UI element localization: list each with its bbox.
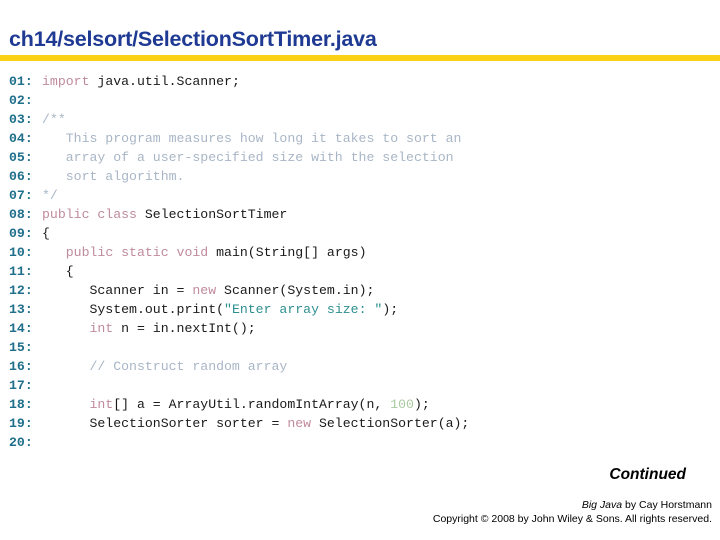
code-line-number: 04: <box>9 131 33 146</box>
code-token-plain: main(String[] args) <box>216 245 367 260</box>
code-token-plain: Scanner in = <box>42 283 193 298</box>
code-token-com: sort algorithm. <box>42 169 185 184</box>
code-line: 20: <box>9 433 714 452</box>
code-line: 17: <box>9 376 714 395</box>
code-line-number: 10: <box>9 245 33 260</box>
code-listing: 01: import java.util.Scanner; 02: 03: /** 04:… <box>9 72 714 452</box>
code-token-plain: { <box>42 264 74 279</box>
code-token-plain: SelectionSorter sorter = <box>42 416 288 431</box>
code-token-com: array of a user-specified size with the … <box>42 150 454 165</box>
code-line-number: 01: <box>9 74 33 89</box>
code-line: 05: array of a user-specified size with … <box>9 148 714 167</box>
code-token-plain: java.util.Scanner; <box>97 74 240 89</box>
code-line: 02: <box>9 91 714 110</box>
code-line-number: 03: <box>9 112 33 127</box>
code-line: 18: int[] a = ArrayUtil.randomIntArray(n… <box>9 395 714 414</box>
code-line: 14: int n = in.nextInt(); <box>9 319 714 338</box>
code-token-plain: Scanner(System.in); <box>224 283 375 298</box>
code-token-plain: System.out.print( <box>42 302 225 317</box>
code-line: 15: <box>9 338 714 357</box>
code-token-str: "Enter array size: " <box>224 302 383 317</box>
page-title: ch14/selsort/SelectionSortTimer.java <box>9 27 377 51</box>
code-line-number: 05: <box>9 150 33 165</box>
slide: ch14/selsort/SelectionSortTimer.java 01:… <box>0 0 720 540</box>
code-line-number: 13: <box>9 302 33 317</box>
code-token-com: /** <box>42 112 66 127</box>
code-token-com: */ <box>42 188 58 203</box>
code-token-plain: ); <box>382 302 399 317</box>
code-token-plain: n = in.nextInt(); <box>121 321 256 336</box>
code-line-number: 19: <box>9 416 33 431</box>
code-line-number: 12: <box>9 283 33 298</box>
continued-label: Continued <box>609 466 686 483</box>
code-token-kw: new <box>192 283 225 298</box>
code-line: 09: { <box>9 224 714 243</box>
code-token-plain: { <box>42 226 50 241</box>
code-token-num: 100 <box>390 397 414 412</box>
code-line-number: 09: <box>9 226 33 241</box>
code-token-plain: ); <box>413 397 430 412</box>
code-token-kw: public static void <box>65 245 217 260</box>
code-line: 11: { <box>9 262 714 281</box>
code-line: 03: /** <box>9 110 714 129</box>
code-line-number: 08: <box>9 207 33 222</box>
code-line: 10: public static void main(String[] arg… <box>9 243 714 262</box>
footer: Big Java by Cay Horstmann Copyright © 20… <box>433 498 712 526</box>
code-line-number: 20: <box>9 435 33 450</box>
code-line: 13: System.out.print("Enter array size: … <box>9 300 714 319</box>
code-line-number: 17: <box>9 378 33 393</box>
code-token-kw: int <box>89 321 122 336</box>
footer-book-title: Big Java <box>581 499 623 511</box>
code-token-plain: [] a = ArrayUtil.randomIntArray(n, <box>113 397 391 412</box>
code-token-plain: SelectionSorter(a); <box>318 416 470 431</box>
code-line-number: 14: <box>9 321 33 336</box>
code-line-number: 06: <box>9 169 33 184</box>
code-line: 19: SelectionSorter sorter = new Selecti… <box>9 414 714 433</box>
code-line: 16: // Construct random array <box>9 357 714 376</box>
code-line: 08: public class SelectionSortTimer <box>9 205 714 224</box>
code-line: 04: This program measures how long it ta… <box>9 129 714 148</box>
code-line-number: 18: <box>9 397 33 412</box>
code-line-number: 02: <box>9 93 33 108</box>
code-token-com: // Construct random array <box>89 359 288 374</box>
footer-attribution: Big Java by Cay Horstmann <box>433 498 712 512</box>
footer-copyright: Copyright © 2008 by John Wiley & Sons. A… <box>432 513 712 525</box>
code-line-number: 11: <box>9 264 33 279</box>
code-line-number: 16: <box>9 359 33 374</box>
code-line-number: 15: <box>9 340 33 355</box>
code-token-kw: public class <box>42 207 145 222</box>
code-token-kw: import <box>42 74 98 89</box>
code-line: 07: */ <box>9 186 714 205</box>
title-divider <box>0 55 720 61</box>
code-line-number: 07: <box>9 188 33 203</box>
code-line: 06: sort algorithm. <box>9 167 714 186</box>
code-line: 01: import java.util.Scanner; <box>9 72 714 91</box>
footer-byline: by Cay Horstmann <box>622 499 712 511</box>
code-token-plain: SelectionSortTimer <box>144 207 288 222</box>
code-line: 12: Scanner in = new Scanner(System.in); <box>9 281 714 300</box>
code-token-kw: int <box>89 397 114 412</box>
code-token-kw: new <box>287 416 319 431</box>
code-token-com: This program measures how long it takes … <box>42 131 462 146</box>
